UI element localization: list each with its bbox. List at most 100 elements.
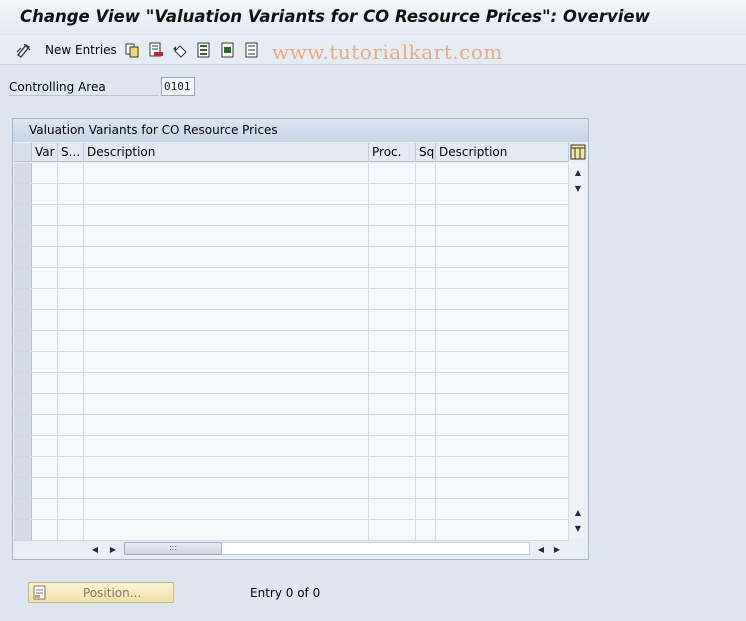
table-cell[interactable] — [369, 520, 416, 540]
table-cell[interactable] — [416, 226, 436, 246]
row-selector[interactable] — [14, 331, 32, 351]
table-row[interactable] — [14, 415, 569, 436]
table-cell[interactable] — [58, 478, 84, 498]
row-selector[interactable] — [14, 352, 32, 372]
row-selector[interactable] — [14, 415, 32, 435]
table-cell[interactable] — [84, 289, 369, 309]
scroll-left-icon[interactable]: ◀ — [88, 542, 102, 556]
table-cell[interactable] — [416, 478, 436, 498]
table-cell[interactable] — [32, 310, 58, 330]
table-cell[interactable] — [369, 163, 416, 183]
table-cell[interactable] — [32, 163, 58, 183]
table-cell[interactable] — [369, 310, 416, 330]
table-cell[interactable] — [84, 415, 369, 435]
table-cell[interactable] — [369, 247, 416, 267]
select-all-button[interactable] — [196, 41, 212, 59]
row-selector[interactable] — [14, 499, 32, 519]
vertical-scrollbar[interactable]: ▲ ▼ ▲ ▼ — [570, 163, 586, 539]
table-cell[interactable] — [436, 373, 569, 393]
scroll-far-right-icon[interactable]: ▶ — [550, 542, 564, 556]
table-row[interactable] — [14, 373, 569, 394]
table-cell[interactable] — [84, 205, 369, 225]
table-cell[interactable] — [58, 499, 84, 519]
table-row[interactable] — [14, 205, 569, 226]
table-cell[interactable] — [32, 394, 58, 414]
scroll-up-icon[interactable]: ▲ — [571, 165, 585, 179]
table-cell[interactable] — [369, 184, 416, 204]
table-cell[interactable] — [84, 478, 369, 498]
table-row[interactable] — [14, 352, 569, 373]
table-cell[interactable] — [32, 331, 58, 351]
table-cell[interactable] — [369, 436, 416, 456]
table-cell[interactable] — [58, 394, 84, 414]
table-cell[interactable] — [369, 226, 416, 246]
table-cell[interactable] — [436, 394, 569, 414]
table-cell[interactable] — [436, 415, 569, 435]
row-selector[interactable] — [14, 247, 32, 267]
table-cell[interactable] — [436, 268, 569, 288]
column-header-sq[interactable]: Sq — [416, 143, 436, 162]
table-cell[interactable] — [58, 247, 84, 267]
row-selector[interactable] — [14, 226, 32, 246]
table-cell[interactable] — [436, 226, 569, 246]
table-cell[interactable] — [369, 373, 416, 393]
table-cell[interactable] — [369, 268, 416, 288]
deselect-all-button[interactable] — [244, 41, 260, 59]
table-cell[interactable] — [369, 499, 416, 519]
table-cell[interactable] — [416, 268, 436, 288]
new-entries-button[interactable]: New Entries — [35, 41, 117, 59]
table-row[interactable] — [14, 457, 569, 478]
row-selector[interactable] — [14, 373, 32, 393]
table-cell[interactable] — [369, 352, 416, 372]
table-cell[interactable] — [416, 415, 436, 435]
table-settings-icon[interactable] — [570, 144, 586, 160]
column-header-description[interactable]: Description — [84, 143, 369, 162]
table-cell[interactable] — [84, 226, 369, 246]
table-cell[interactable] — [84, 394, 369, 414]
table-cell[interactable] — [32, 499, 58, 519]
table-cell[interactable] — [84, 352, 369, 372]
table-row[interactable] — [14, 331, 569, 352]
scroll-page-up-icon[interactable]: ▲ — [571, 505, 585, 519]
table-cell[interactable] — [32, 352, 58, 372]
select-block-button[interactable] — [220, 41, 236, 59]
table-cell[interactable] — [58, 289, 84, 309]
table-cell[interactable] — [416, 289, 436, 309]
table-cell[interactable] — [58, 205, 84, 225]
table-cell[interactable] — [84, 457, 369, 477]
horizontal-scroll-thumb[interactable]: ::: — [124, 542, 222, 555]
table-cell[interactable] — [436, 499, 569, 519]
table-cell[interactable] — [84, 373, 369, 393]
horizontal-scrollbar[interactable]: ◀ ▶ ::: ◀ ▶ — [88, 541, 568, 557]
table-cell[interactable] — [436, 247, 569, 267]
table-cell[interactable] — [416, 184, 436, 204]
table-cell[interactable] — [416, 310, 436, 330]
column-header-proc[interactable]: Proc. — [369, 143, 416, 162]
table-cell[interactable] — [58, 457, 84, 477]
table-cell[interactable] — [436, 436, 569, 456]
table-row[interactable] — [14, 163, 569, 184]
row-selector[interactable] — [14, 457, 32, 477]
table-cell[interactable] — [436, 331, 569, 351]
table-cell[interactable] — [369, 205, 416, 225]
table-cell[interactable] — [369, 331, 416, 351]
table-cell[interactable] — [436, 205, 569, 225]
scroll-right-icon[interactable]: ▶ — [106, 542, 120, 556]
table-cell[interactable] — [84, 163, 369, 183]
copy-button[interactable] — [124, 41, 140, 59]
select-all-rows-corner[interactable] — [14, 143, 32, 162]
table-cell[interactable] — [416, 331, 436, 351]
table-cell[interactable] — [436, 478, 569, 498]
table-cell[interactable] — [58, 268, 84, 288]
table-cell[interactable] — [58, 226, 84, 246]
table-cell[interactable] — [84, 247, 369, 267]
table-row[interactable] — [14, 436, 569, 457]
table-cell[interactable] — [369, 457, 416, 477]
table-cell[interactable] — [58, 415, 84, 435]
table-cell[interactable] — [58, 436, 84, 456]
edit-toggle-button[interactable] — [16, 41, 32, 59]
table-cell[interactable] — [416, 457, 436, 477]
table-row[interactable] — [14, 184, 569, 205]
table-cell[interactable] — [58, 373, 84, 393]
delete-button[interactable] — [148, 41, 164, 59]
